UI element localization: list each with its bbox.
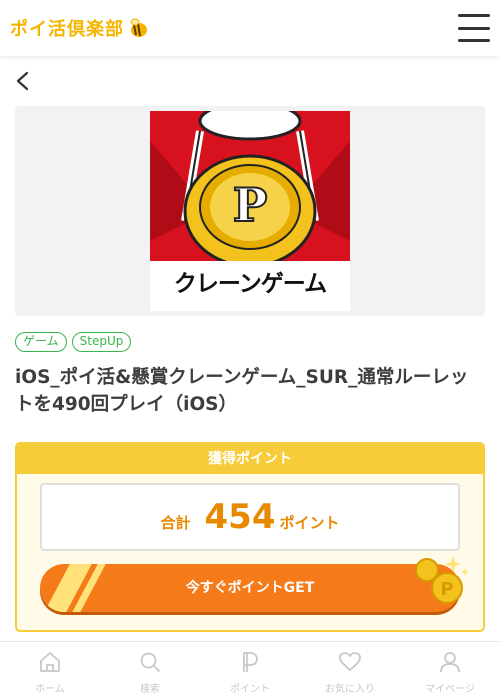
page: ポイ活倶楽部 P クレーンゲーム ゲーム StepUp iOS_ポイ活&懸賞クレ… xyxy=(0,0,500,700)
home-icon xyxy=(40,652,60,672)
nav-mypage[interactable]: マイページ xyxy=(400,642,500,700)
nav-points[interactable]: ポイント xyxy=(200,642,300,700)
points-value: 454 xyxy=(204,497,276,537)
chevron-left-icon[interactable] xyxy=(12,70,34,92)
points-icon xyxy=(243,652,258,672)
bottom-nav: ホーム 検索 ポイント お気に入り マイページ xyxy=(0,641,500,700)
coins-icon: P xyxy=(415,556,469,604)
points-total-label: 合計 xyxy=(160,514,191,532)
points-total-box: 合計 454 ポイント xyxy=(40,483,460,551)
offer-title: iOS_ポイ活&懸賞クレーンゲーム_SUR_通常ルーレットを490回プレイ（iO… xyxy=(15,367,469,415)
nav-home-label: ホーム xyxy=(35,684,65,695)
points-panel: 獲得ポイント 合計 454 ポイント 今すぐポイントGET P xyxy=(15,442,485,632)
nav-favorites[interactable]: お気に入り xyxy=(300,642,400,700)
logo[interactable]: ポイ活倶楽部 xyxy=(10,13,150,43)
svg-text:P: P xyxy=(440,579,453,600)
nav-home[interactable]: ホーム xyxy=(0,642,100,700)
hamburger-icon[interactable] xyxy=(458,14,490,42)
hero-image-text: クレーンゲーム xyxy=(173,271,327,297)
user-icon xyxy=(440,652,460,673)
points-header: 獲得ポイント xyxy=(17,444,483,474)
logo-text: ポイ活倶楽部 xyxy=(10,19,124,40)
bee-icon xyxy=(130,18,147,37)
svg-text:P: P xyxy=(233,178,268,232)
get-points-button-label: 今すぐポイントGET xyxy=(185,580,315,596)
nav-points-label: ポイント xyxy=(230,684,270,695)
nav-search-label: 検索 xyxy=(140,684,160,695)
nav-favorites-label: お気に入り xyxy=(325,684,375,695)
search-icon xyxy=(140,652,160,672)
nav-search[interactable]: 検索 xyxy=(100,642,200,700)
header: ポイ活倶楽部 xyxy=(0,0,500,56)
heart-icon xyxy=(339,652,361,671)
hero-banner: P クレーンゲーム xyxy=(15,106,485,316)
tag-list: ゲーム StepUp xyxy=(15,332,132,352)
tag-game: ゲーム xyxy=(15,332,67,352)
tag-stepup: StepUp xyxy=(71,332,132,352)
nav-mypage-label: マイページ xyxy=(425,684,475,695)
get-points-button[interactable]: 今すぐポイントGET xyxy=(40,564,460,612)
points-unit: ポイント xyxy=(279,514,340,532)
